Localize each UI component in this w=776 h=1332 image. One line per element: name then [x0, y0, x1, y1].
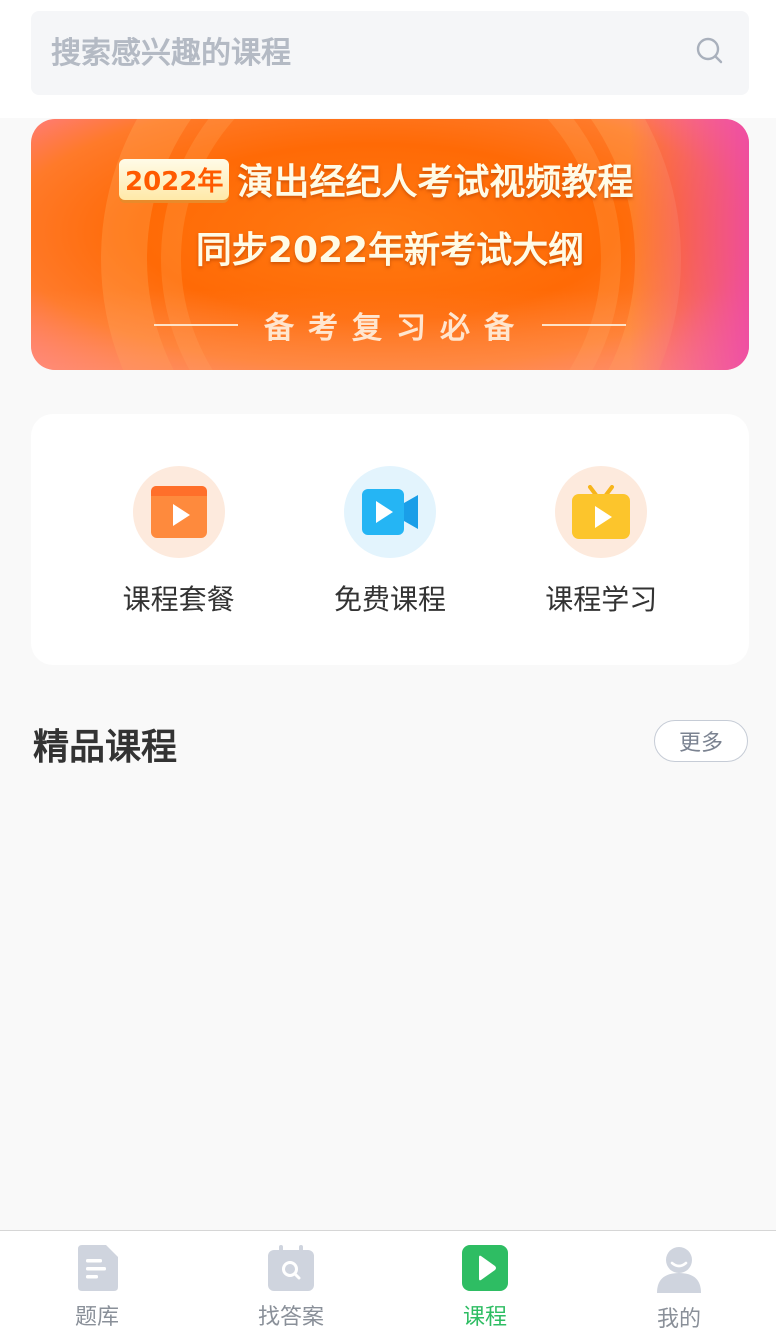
search-icon[interactable]	[695, 36, 725, 70]
document-icon	[74, 1245, 120, 1295]
header	[0, 0, 776, 118]
banner-headline: 2022年 演出经纪人考试视频教程	[119, 153, 633, 205]
quick-menu: 课程套餐 免费课程 课程学习	[31, 414, 749, 665]
video-camera-icon	[343, 466, 436, 558]
calendar-search-icon	[268, 1245, 314, 1295]
menu-item-course-package[interactable]: 课程套餐	[99, 466, 259, 618]
tab-label: 我的	[656, 1307, 701, 1332]
banner-tagline: 备考复习必备	[264, 311, 528, 346]
banner-divider-right	[542, 324, 626, 326]
banner-subtitle: 同步2022年新考试大纲	[195, 230, 585, 271]
menu-item-course-study[interactable]: 课程学习	[521, 466, 681, 618]
tab-label: 题库	[74, 1305, 119, 1330]
promo-banner[interactable]: 2022年 演出经纪人考试视频教程 同步2022年新考试大纲 备考复习必备	[31, 119, 749, 370]
menu-item-free-course[interactable]: 免费课程	[310, 466, 470, 618]
user-icon	[655, 1245, 703, 1297]
menu-label: 课程套餐	[122, 583, 235, 616]
banner-title: 演出经纪人考试视频教程	[237, 162, 634, 203]
tab-profile[interactable]: 我的	[582, 1231, 776, 1332]
tab-label: 课程	[462, 1305, 507, 1330]
tab-find-answers[interactable]: 找答案	[194, 1231, 388, 1332]
tab-label: 找答案	[257, 1305, 324, 1330]
search-input[interactable]	[51, 35, 695, 71]
more-button[interactable]: 更多	[654, 720, 748, 762]
menu-label: 课程学习	[545, 583, 658, 616]
banner-tagline-row: 备考复习必备	[31, 303, 749, 347]
tv-play-icon	[555, 466, 648, 558]
search-bar[interactable]	[31, 11, 749, 95]
bottom-nav: 题库 找答案 课程 我的	[0, 1230, 776, 1332]
play-icon	[462, 1245, 508, 1295]
tab-question-bank[interactable]: 题库	[0, 1231, 194, 1332]
course-package-icon	[132, 466, 225, 558]
menu-label: 免费课程	[333, 583, 446, 616]
year-badge: 2022年	[119, 158, 230, 200]
tab-courses[interactable]: 课程	[388, 1231, 582, 1332]
section-title: 精品课程	[33, 727, 178, 768]
banner-divider-left	[154, 324, 238, 326]
course-page: 2022年 演出经纪人考试视频教程 同步2022年新考试大纲 备考复习必备 课程…	[0, 0, 776, 1332]
